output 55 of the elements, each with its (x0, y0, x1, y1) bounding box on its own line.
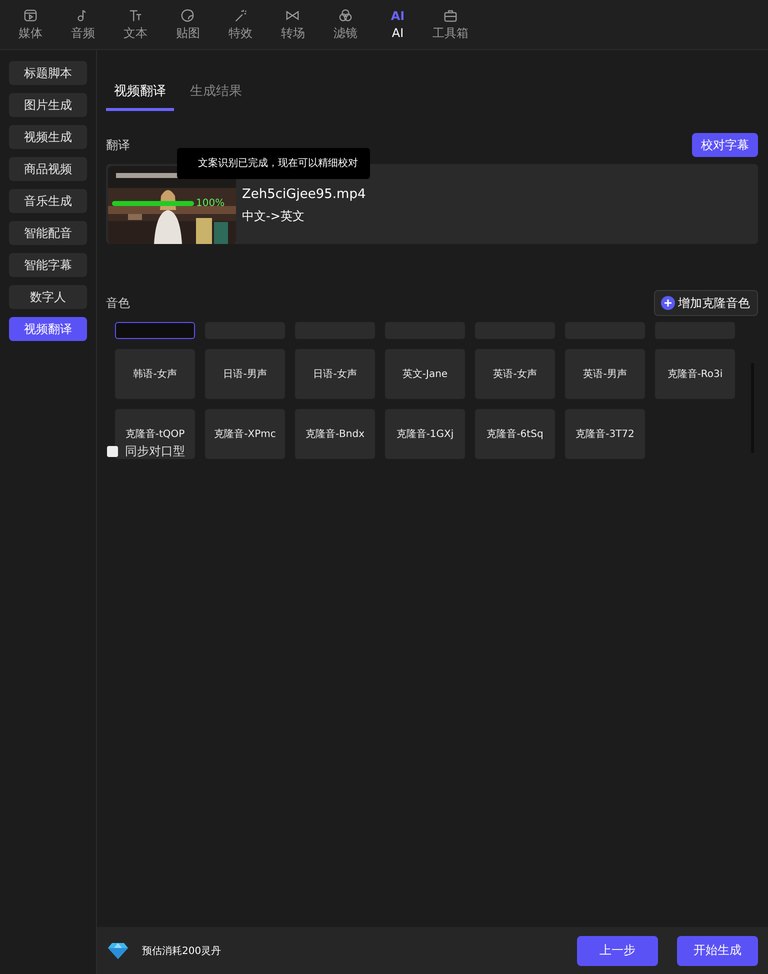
voice-tile[interactable]: 日语-女声 (295, 349, 375, 399)
toolbar-tab[interactable]: 贴图 (162, 0, 214, 49)
diamond-icon (108, 942, 128, 960)
sidebar-item[interactable]: 视频翻译 (9, 317, 87, 341)
section-label: 音色 (106, 294, 130, 312)
footer-button[interactable]: 开始生成 (677, 936, 758, 966)
sidebar-item[interactable]: 商品视频 (9, 157, 87, 181)
toolbar-tab[interactable]: 工具箱 (424, 0, 476, 49)
section-label: 翻译 (106, 136, 130, 154)
toolbar-tab[interactable]: AI AI (372, 0, 424, 49)
tab[interactable]: 视频翻译 (106, 80, 174, 111)
toolbar-tab[interactable]: 转场 (266, 0, 319, 49)
file-name: Zeh5ciGjee95.mp4 (242, 187, 366, 202)
voice-tile[interactable]: 克隆音-Bndx (295, 409, 375, 459)
toolbar-tab[interactable]: 滤镜 (319, 0, 372, 49)
plus-icon (661, 296, 675, 310)
checkbox-label: 同步对口型 (125, 443, 185, 460)
voice-tile[interactable]: 日语-男声 (205, 349, 285, 399)
tab[interactable]: 生成结果 (182, 80, 250, 111)
play-icon (22, 8, 38, 22)
toolbox-icon (442, 8, 458, 22)
magic-wand-icon (232, 8, 248, 22)
sidebar-item[interactable]: 智能配音 (9, 221, 87, 245)
ai-icon: AI (390, 9, 405, 24)
toolbar-tab[interactable]: 音频 (56, 0, 109, 49)
voice-tile[interactable]: 英语-男声 (565, 349, 645, 399)
voice-slot[interactable] (115, 322, 195, 339)
sidebar-item[interactable]: 智能字幕 (9, 253, 87, 277)
sidebar-item[interactable]: 视频生成 (9, 125, 87, 149)
toolbar-tab[interactable]: 特效 (214, 0, 266, 49)
sidebar-item[interactable]: 音乐生成 (9, 189, 87, 213)
progress-percent: 100% (196, 198, 225, 209)
sidebar-item[interactable]: 图片生成 (9, 93, 87, 117)
language-pair: 中文->英文 (242, 208, 306, 225)
text-icon (128, 8, 143, 22)
checkbox[interactable] (107, 446, 118, 457)
voice-tile[interactable]: 英文-Jane (385, 349, 465, 399)
toolbar-tab[interactable]: 媒体 (4, 0, 56, 49)
sidebar-item[interactable]: 数字人 (9, 285, 87, 309)
sticker-icon (180, 8, 196, 22)
voice-tile[interactable]: 克隆音-6tSq (475, 409, 555, 459)
voice-tile[interactable]: 克隆音-Ro3i (655, 349, 735, 399)
voice-tile[interactable]: 克隆音-1GXj (385, 409, 465, 459)
voice-tile[interactable]: 韩语-女声 (115, 349, 195, 399)
circles-icon (338, 8, 353, 22)
toolbar-tab[interactable]: 文本 (109, 0, 162, 49)
footer-button[interactable]: 上一步 (577, 936, 658, 966)
proofread-button[interactable]: 校对字幕 (692, 133, 758, 157)
sidebar-item[interactable]: 标题脚本 (9, 61, 87, 85)
cost-estimate: 预估消耗200灵丹 (142, 944, 222, 958)
add-clone-voice-button[interactable]: 增加克隆音色 (654, 290, 758, 316)
voice-tile[interactable]: 克隆音-XPmc (205, 409, 285, 459)
tooltip: 文案识别已完成，现在可以精细校对 (177, 148, 370, 179)
voice-tile[interactable]: 克隆音-3T72 (565, 409, 645, 459)
voice-tile[interactable]: 英语-女声 (475, 349, 555, 399)
